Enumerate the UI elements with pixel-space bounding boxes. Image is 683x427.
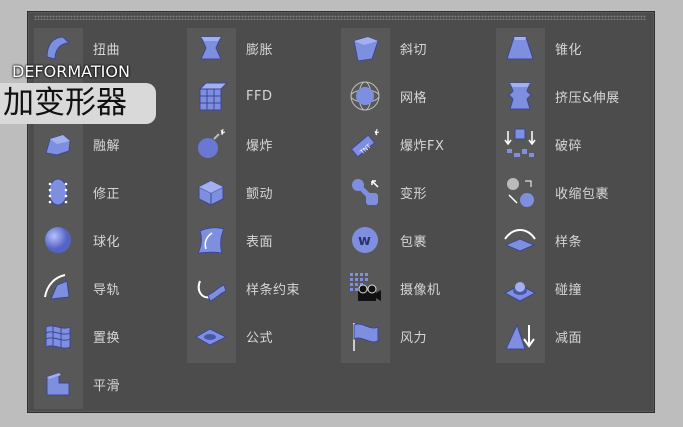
deformer-label: 碰撞 [555, 282, 583, 298]
deformer-label: 挤压&伸展 [555, 90, 620, 106]
smoothing-icon [36, 362, 80, 406]
deformer-jiggle[interactable]: 颤动 [189, 170, 273, 214]
deformer-smoothing[interactable]: 平滑 [36, 362, 120, 406]
spline-icon [498, 218, 542, 262]
overlay-title-cn: 加变形器 [0, 83, 156, 124]
deformer-label: 颤动 [246, 186, 274, 202]
spherify-icon [36, 218, 80, 262]
mesh-icon [343, 74, 387, 118]
explosion-icon [189, 122, 233, 166]
deformer-shear[interactable]: 斜切 [343, 26, 427, 70]
taper-icon [498, 26, 542, 70]
surface-icon [189, 218, 233, 262]
shrink-wrap-icon [498, 170, 542, 214]
deformer-label: 变形 [400, 186, 428, 202]
bulge-icon [189, 26, 233, 70]
wind-icon [343, 314, 387, 358]
deformer-label: 破碎 [555, 138, 583, 154]
deformer-label: 修正 [93, 186, 121, 202]
deformer-label: 平滑 [93, 378, 121, 394]
deformer-label: 包裹 [400, 234, 428, 250]
deformer-formula[interactable]: 公式 [189, 314, 273, 358]
spline-wrap-icon [189, 266, 233, 310]
deformer-shatter[interactable]: 破碎 [498, 122, 582, 166]
deformer-ffd[interactable]: FFD [189, 74, 272, 118]
deformer-label: 置换 [93, 330, 121, 346]
deformer-label: 表面 [246, 234, 274, 250]
deformer-spherify[interactable]: 球化 [36, 218, 120, 262]
deformer-camera[interactable]: 摄像机 [343, 266, 441, 310]
camera-icon [343, 266, 387, 310]
wrap-icon: w [343, 218, 387, 262]
morph-icon [343, 170, 387, 214]
deformer-label: 爆炸 [246, 138, 274, 154]
ffd-icon [189, 74, 233, 118]
deformer-correction[interactable]: 修正 [36, 170, 120, 214]
deformer-mesh[interactable]: 网格 [343, 74, 427, 118]
deformer-label: 膨胀 [246, 42, 274, 58]
deformer-wind[interactable]: 风力 [343, 314, 427, 358]
deformer-spline-wrap[interactable]: 样条约束 [189, 266, 300, 310]
squash-stretch-icon [498, 74, 542, 118]
shear-icon [343, 26, 387, 70]
jiggle-icon [189, 170, 233, 214]
collision-icon [498, 266, 542, 310]
deformer-label: 风力 [400, 330, 428, 346]
deformer-shrink-wrap[interactable]: 收缩包裹 [498, 170, 609, 214]
deformer-label: 导轨 [93, 282, 121, 298]
correction-icon [36, 170, 80, 214]
svg-text:w: w [358, 233, 371, 249]
deformer-polygon-reduction[interactable]: 减面 [498, 314, 582, 358]
deformer-label: 样条约束 [246, 282, 301, 298]
deformer-rail[interactable]: 导轨 [36, 266, 120, 310]
explosion-fx-icon: TNT [343, 122, 387, 166]
deformer-label: FFD [246, 88, 273, 104]
deformer-label: 公式 [246, 330, 274, 346]
deformer-label: 斜切 [400, 42, 428, 58]
displacer-icon [36, 314, 80, 358]
melt-icon [36, 122, 80, 166]
formula-icon [189, 314, 233, 358]
deformer-label: 锥化 [555, 42, 583, 58]
deformer-melt[interactable]: 融解 [36, 122, 120, 166]
deformer-label: 收缩包裹 [555, 186, 610, 202]
rail-icon [36, 266, 80, 310]
overlay-title-en: DEFORMATION [12, 62, 130, 81]
deformer-squash-stretch[interactable]: 挤压&伸展 [498, 74, 620, 118]
deformer-spline[interactable]: 样条 [498, 218, 582, 262]
deformer-label: 样条 [555, 234, 583, 250]
deformer-explosion-fx[interactable]: TNT 爆炸FX [343, 122, 444, 166]
deformer-label: 摄像机 [400, 282, 441, 298]
shatter-icon [498, 122, 542, 166]
deformer-taper[interactable]: 锥化 [498, 26, 582, 70]
polygon-reduction-icon [498, 314, 542, 358]
deformer-label: 融解 [93, 138, 121, 154]
deformer-collision[interactable]: 碰撞 [498, 266, 582, 310]
deformer-explosion[interactable]: 爆炸 [189, 122, 273, 166]
deformer-bulge[interactable]: 膨胀 [189, 26, 273, 70]
deformer-label: 扭曲 [93, 42, 121, 58]
deformer-wrap[interactable]: w 包裹 [343, 218, 427, 262]
deformer-label: 减面 [555, 330, 583, 346]
palette-grip-handle[interactable] [34, 15, 646, 20]
deformer-label: 球化 [93, 234, 121, 250]
deformer-surface[interactable]: 表面 [189, 218, 273, 262]
deformer-morph[interactable]: 变形 [343, 170, 427, 214]
deformer-label: 网格 [400, 90, 428, 106]
deformer-displacer[interactable]: 置换 [36, 314, 120, 358]
deformer-label: 爆炸FX [400, 138, 445, 154]
